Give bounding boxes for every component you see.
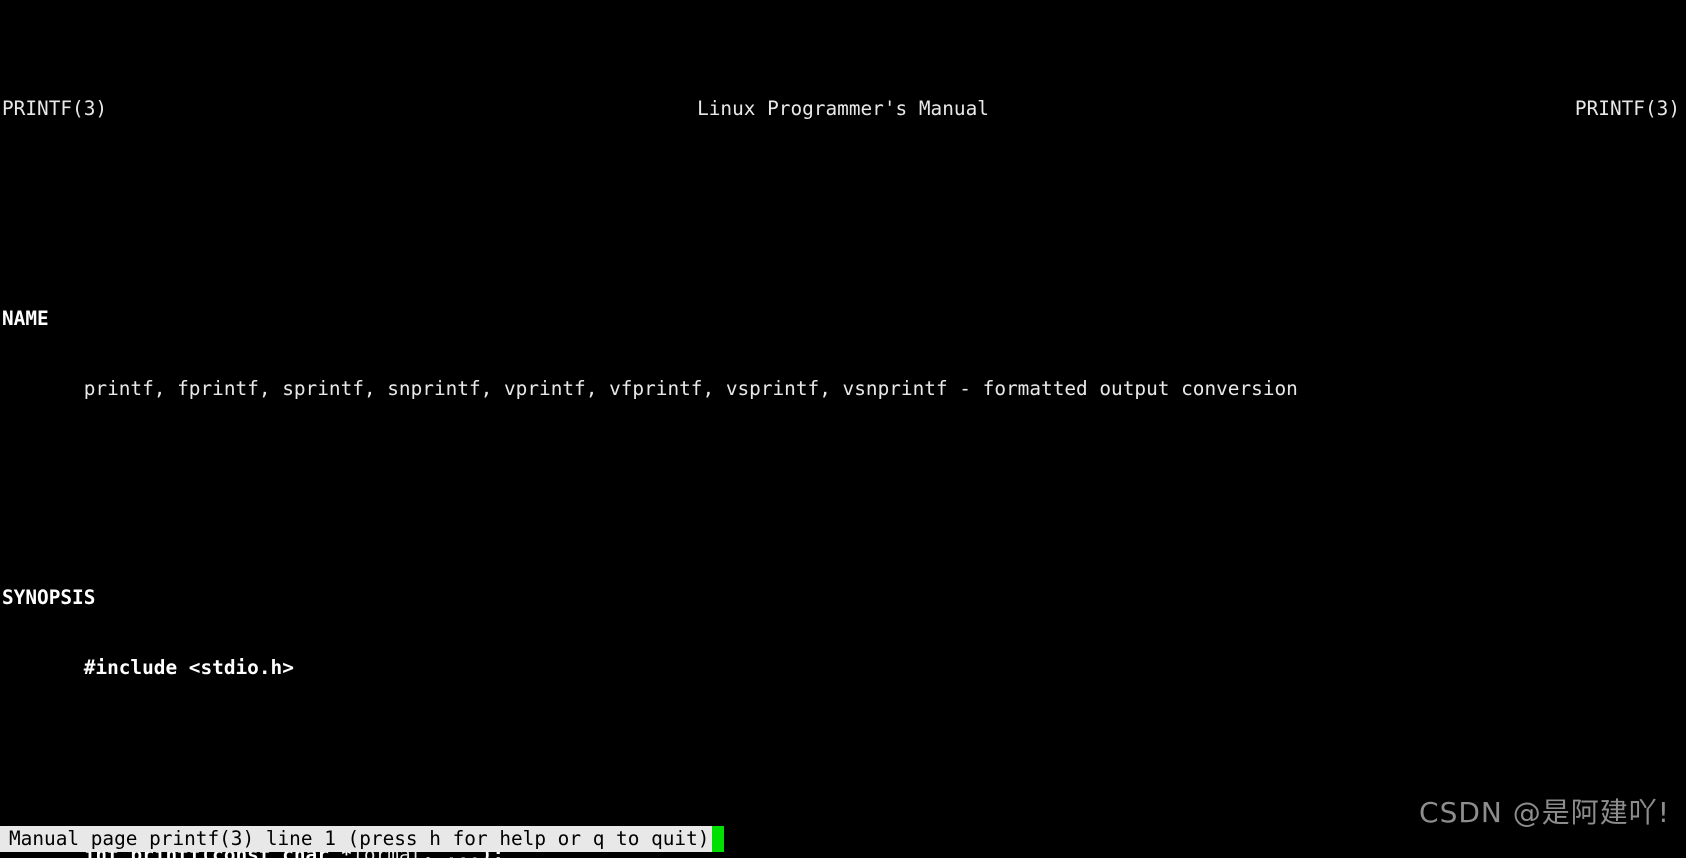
man-header-row: PRINTF(3) Linux Programmer's Manual PRIN…	[0, 97, 1686, 120]
man-page-content: PRINTF(3) Linux Programmer's Manual PRIN…	[0, 0, 1686, 858]
man-header-right: PRINTF(3)	[1574, 97, 1680, 121]
terminal-cursor	[712, 826, 725, 852]
section-heading-synopsis: SYNOPSIS	[0, 586, 1686, 609]
section-heading-synopsis-label: SYNOPSIS	[2, 586, 96, 610]
pager-status-text: Manual page printf(3) line 1 (press h fo…	[0, 826, 713, 852]
section-heading-name-label: NAME	[2, 306, 49, 330]
man-header-center: Linux Programmer's Manual	[697, 97, 989, 121]
man-header-left: PRINTF(3)	[2, 97, 108, 121]
pager-status-bar[interactable]: Manual page printf(3) line 1 (press h fo…	[0, 826, 725, 852]
name-body-text: printf, fprintf, sprintf, snprintf, vpri…	[83, 376, 1298, 400]
terminal-window[interactable]: PRINTF(3) Linux Programmer's Manual PRIN…	[0, 0, 1686, 858]
section-heading-name: NAME	[0, 307, 1686, 330]
include-stdio-text: #include <stdio.h>	[83, 656, 294, 680]
synopsis-include-stdio: #include <stdio.h>	[0, 656, 1686, 679]
name-body-line: printf, fprintf, sprintf, snprintf, vpri…	[0, 377, 1686, 400]
